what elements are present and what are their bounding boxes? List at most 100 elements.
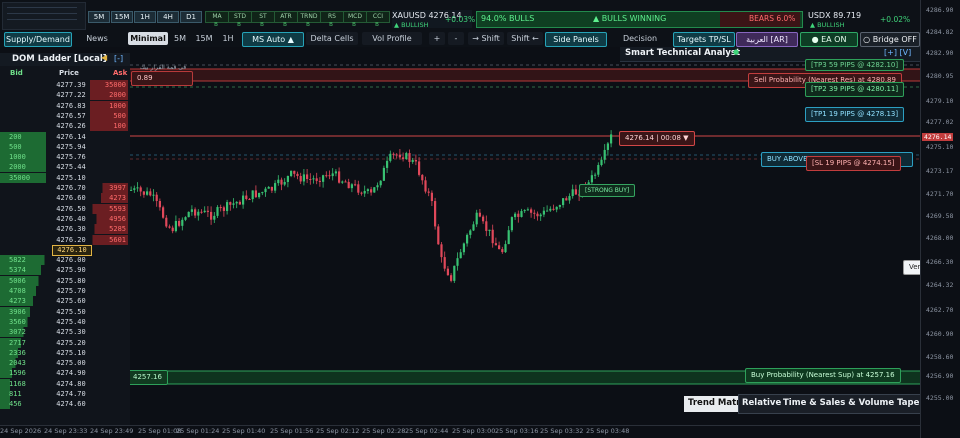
relative-tab[interactable]: Relative — [742, 398, 781, 408]
dom-row[interactable]: 4277.22 2000 — [0, 90, 130, 101]
dom-row[interactable]: 4276.40 4956 — [0, 213, 130, 224]
dom-row[interactable]: 4276.20 5601 — [0, 234, 130, 245]
dom-row[interactable]: 3906 4275.50 — [0, 306, 130, 317]
time-axis: 24 Sep 2026 24 Sep 23:33 24 Sep 23:49 25 Se… — [0, 425, 920, 438]
minimal-button[interactable]: Minimal — [128, 32, 168, 45]
dom-row[interactable]: 5822 4276.00 — [0, 255, 130, 266]
supply-demand-button[interactable]: Supply/Demand — [4, 32, 72, 47]
candle-body — [197, 211, 200, 216]
tf-5m-button[interactable]: 5M — [170, 32, 190, 45]
candle-body — [494, 243, 497, 246]
decision-button[interactable]: Decision — [616, 32, 664, 45]
candle-body — [514, 213, 517, 218]
dom-row[interactable]: 35000 4275.10 — [0, 172, 130, 183]
dom-row[interactable]: 1000 4275.76 — [0, 152, 130, 163]
indicator-cci-value: B — [375, 22, 379, 28]
analyst-panel-controls[interactable]: [+] [V] — [884, 48, 911, 57]
dom-bid-cell — [0, 224, 9, 234]
candle-body — [437, 226, 440, 245]
dom-row[interactable]: 4273 4275.60 — [0, 296, 130, 307]
dom-row[interactable]: 5006 4275.80 — [0, 275, 130, 286]
dom-row[interactable]: 2043 4275.00 — [0, 358, 130, 369]
dom-row[interactable]: 4708 4275.70 — [0, 286, 130, 296]
candle-body — [434, 201, 437, 227]
dom-ask-cell — [126, 399, 128, 409]
dom-row[interactable]: 2000 4275.44 — [0, 162, 130, 173]
zoom-out-button[interactable]: - — [448, 32, 464, 45]
news-button[interactable]: News — [82, 32, 112, 45]
dom-bid-cell — [0, 80, 9, 90]
zoom-in-button[interactable]: + — [429, 32, 445, 45]
dom-row[interactable]: 200 4276.14 — [0, 131, 130, 142]
dom-row[interactable]: 3560 4275.40 — [0, 316, 130, 327]
bull-bear-meter: 94.0% BULLS ▲ BULLS WINNING BEARS 6.0% — [476, 11, 803, 28]
dom-bid-cell: 456 — [0, 399, 50, 410]
candle-body — [258, 192, 261, 198]
price-axis-tick: 4266.30 — [926, 258, 954, 266]
tf-15m-button[interactable]: 15M — [193, 32, 215, 45]
dom-price-cell: 4275.60 — [56, 297, 86, 306]
shift-right-button[interactable]: → Shift — [468, 32, 504, 45]
dom-ask-cell — [126, 142, 128, 152]
dom-row[interactable]: 4276.10 — [0, 244, 130, 256]
dom-row[interactable]: 500 4275.94 — [0, 141, 130, 152]
candle-body — [459, 252, 462, 259]
price-axis[interactable]: 4286.90 4284.82 4282.90 4280.95 4279.10 4277.… — [920, 0, 960, 438]
dom-row[interactable]: 4277.39 35000 — [0, 80, 130, 90]
dom-row[interactable]: 2336 4275.10 — [0, 347, 130, 358]
tf-d1-indicator[interactable]: D1 — [180, 11, 202, 23]
price-axis-tick: 4277.02 — [926, 118, 954, 126]
price-axis-tick: 4280.95 — [926, 72, 954, 80]
dom-row[interactable]: 4276.60 4273 — [0, 193, 130, 204]
dom-row[interactable]: 4276.50 5593 — [0, 203, 130, 214]
dom-row[interactable]: 1596 4274.90 — [0, 368, 130, 379]
dom-ask-cell — [126, 389, 128, 399]
dom-row[interactable]: 4276.70 3997 — [0, 183, 130, 193]
dom-collapse-button[interactable]: [-] — [114, 54, 123, 63]
time-axis-tick: 25 Sep 01:56 — [270, 427, 314, 435]
trend-matrix-tab[interactable]: Trend Matr — [688, 398, 740, 408]
tf-15m-indicator[interactable]: 15M — [111, 11, 133, 23]
dom-price-cell: 4275.94 — [56, 142, 86, 151]
dom-row[interactable]: 1168 4274.80 — [0, 378, 130, 389]
time-axis-tick: 25 Sep 03:16 — [495, 427, 539, 435]
dom-bid-cell — [0, 183, 9, 193]
vol-profile-button[interactable]: Vol Profile — [362, 32, 422, 45]
dom-row[interactable]: 5374 4275.90 — [0, 265, 130, 276]
dom-row[interactable]: 811 4274.70 — [0, 389, 130, 399]
candle-body — [296, 173, 299, 176]
dom-row[interactable]: 4276.26 100 — [0, 121, 130, 132]
tf-1h-indicator[interactable]: 1H — [134, 11, 156, 23]
tf-4h-indicator[interactable]: 4H — [157, 11, 179, 23]
time-sales-tab[interactable]: Time & Sales & Volume Tape — [783, 398, 919, 408]
candle-body — [427, 191, 430, 193]
dom-price-cell: 4276.70 — [56, 184, 86, 192]
tf-5m-indicator[interactable]: 5M — [88, 11, 110, 23]
delta-cells-button[interactable]: Delta Cells — [306, 32, 358, 45]
dom-row[interactable]: 4276.30 5285 — [0, 224, 130, 235]
dom-row[interactable]: 4276.83 1000 — [0, 100, 130, 111]
current-price-tag: 4276.14 | 00:08 ▼ — [619, 131, 695, 146]
dom-bid-cell — [0, 90, 9, 100]
candle-body — [539, 214, 542, 217]
candle-body — [293, 170, 296, 174]
dom-row[interactable]: 456 4274.60 — [0, 399, 130, 410]
candle-body — [398, 154, 401, 158]
dom-row[interactable]: 3072 4275.30 — [0, 327, 130, 338]
candle-body — [187, 211, 190, 218]
candle-body — [450, 275, 453, 281]
candle-body — [165, 217, 168, 227]
tf-1h-button[interactable]: 1H — [218, 32, 238, 45]
dom-row[interactable]: 4276.57 500 — [0, 110, 130, 121]
dom-row[interactable]: 2717 4275.20 — [0, 337, 130, 348]
candle-body — [283, 181, 286, 185]
candle-body — [552, 208, 555, 210]
support-price-label: 4257.16 — [127, 370, 168, 385]
candle-body — [350, 184, 353, 189]
candle-body — [526, 209, 529, 211]
candle-body — [571, 189, 574, 197]
shift-left-button[interactable]: Shift ← — [507, 32, 543, 45]
indicator-trnd-value: B — [306, 22, 310, 28]
dom-bid-cell — [0, 193, 9, 203]
candle-body — [600, 159, 603, 166]
